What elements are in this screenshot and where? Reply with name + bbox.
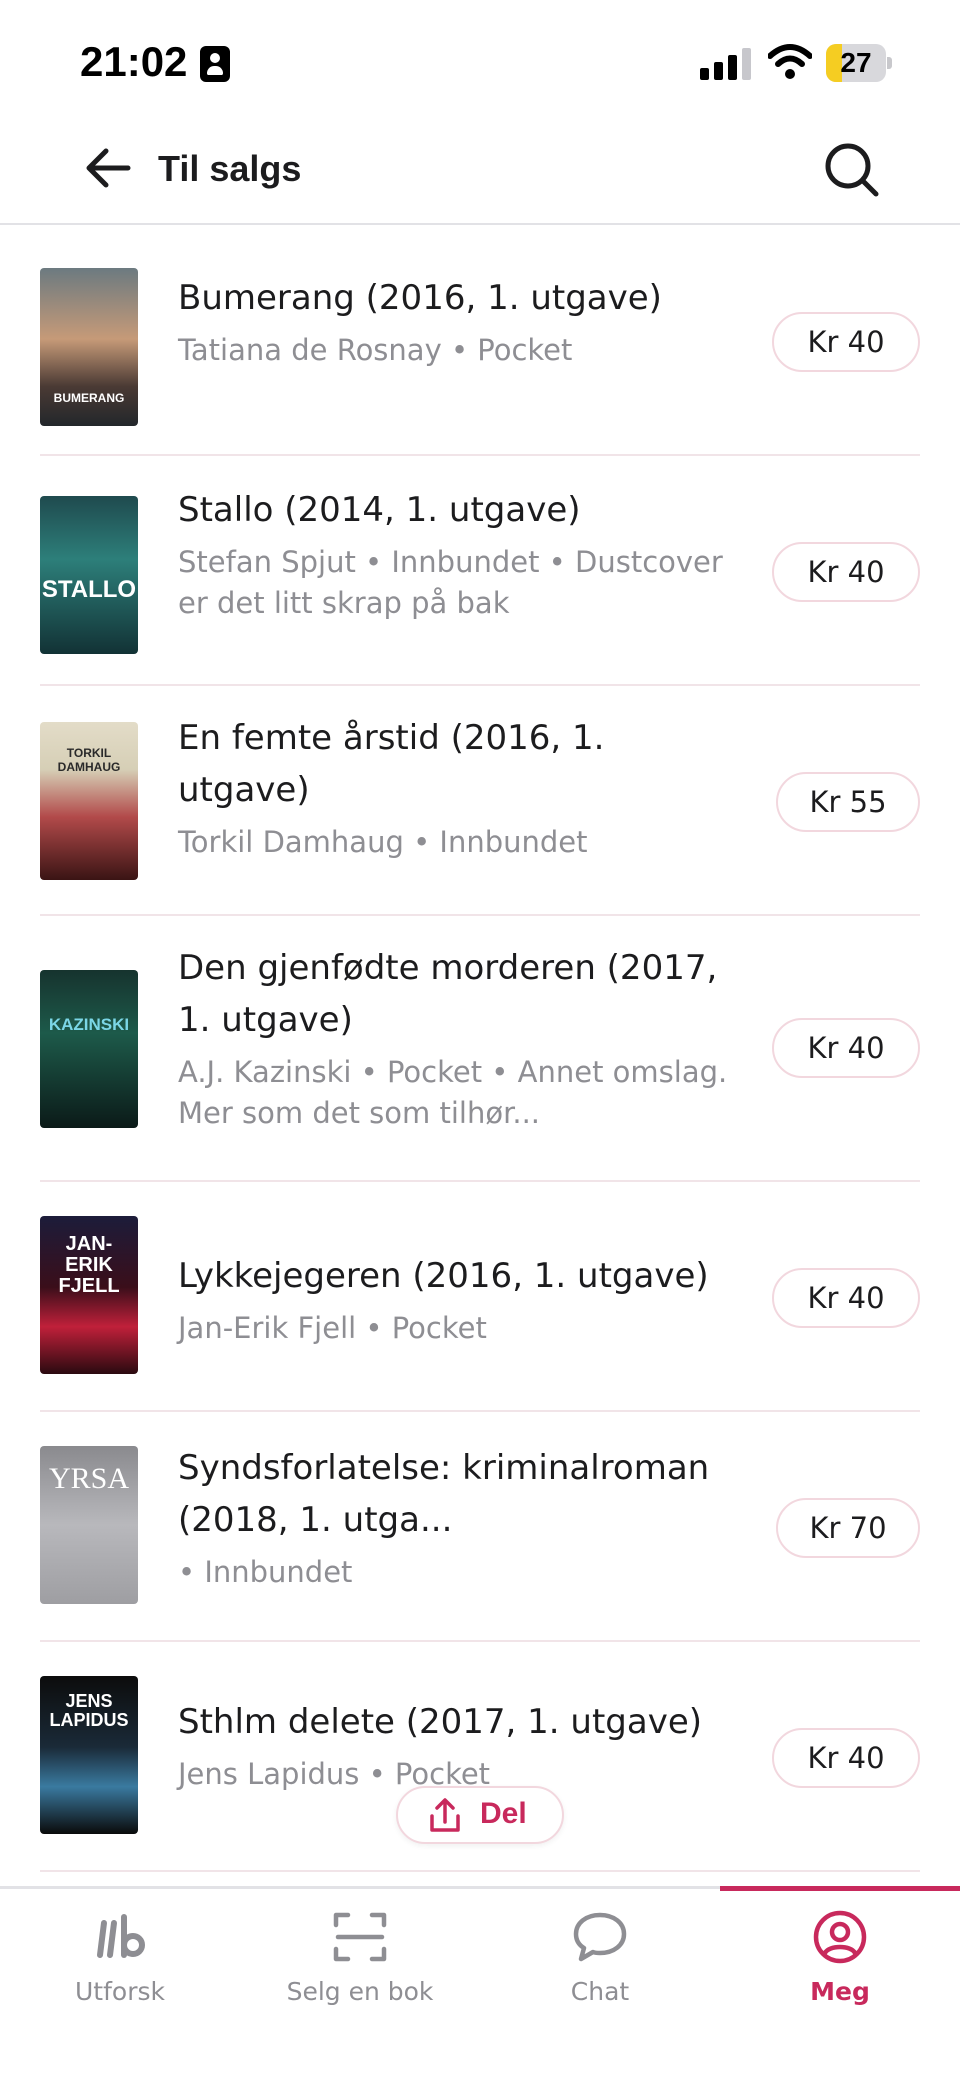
price-badge[interactable]: Kr 40: [772, 542, 920, 602]
price-badge[interactable]: Kr 40: [772, 1728, 920, 1788]
arrow-left-icon[interactable]: [80, 140, 136, 196]
book-meta: A.J. Kazinski • Pocket • Annet omslag. M…: [178, 1055, 728, 1130]
list-item[interactable]: STALLO Stallo (2014, 1. utgave) Stefan S…: [0, 456, 960, 686]
book-title: En femte årstid (2016, 1. utgave): [178, 718, 605, 810]
search-icon[interactable]: [820, 138, 882, 200]
status-time: 21:02: [80, 38, 188, 85]
list-item[interactable]: KAZINSKI Den gjenfødte morderen (2017, 1…: [0, 916, 960, 1182]
book-title: Lykkejegeren (2016, 1. utgave): [178, 1256, 709, 1296]
book-meta: Jan-Erik Fjell • Pocket: [178, 1311, 487, 1345]
battery-icon: 27: [826, 44, 892, 82]
book-meta: Tatiana de Rosnay • Pocket: [178, 333, 573, 367]
list-item[interactable]: BUMERANG Bumerang (2016, 1. utgave) Tati…: [0, 226, 960, 456]
price-badge[interactable]: Kr 40: [772, 1018, 920, 1078]
book-cover: YRSA: [40, 1446, 138, 1604]
nav-label: Chat: [570, 1977, 630, 2006]
nav-item-meg[interactable]: Meg: [720, 1889, 960, 2019]
nav-item-chat[interactable]: Chat: [480, 1889, 720, 2019]
book-cover: JENS LAPIDUS: [40, 1676, 138, 1834]
book-cover: BUMERANG: [40, 268, 138, 426]
book-title: Den gjenfødte morderen (2017, 1. utgave): [178, 948, 718, 1040]
price-badge[interactable]: Kr 70: [776, 1498, 920, 1558]
price-badge[interactable]: Kr 40: [772, 312, 920, 372]
book-title: Syndsforlatelse: kriminalroman (2018, 1.…: [178, 1448, 710, 1540]
book-title: Stallo (2014, 1. utgave): [178, 490, 581, 530]
bottom-nav: Utforsk Selg en bok Chat Meg: [0, 1886, 960, 2078]
user-circle-icon: [813, 1910, 867, 1964]
book-cover: TORKIL DAMHAUG: [40, 722, 138, 880]
book-list: BUMERANG Bumerang (2016, 1. utgave) Tati…: [0, 226, 960, 1872]
share-label: Del: [480, 1797, 527, 1830]
price-badge[interactable]: Kr 55: [776, 772, 920, 832]
book-meta: • Innbundet: [178, 1555, 353, 1589]
id-card-icon: [200, 46, 230, 82]
app-header: Til salgs: [0, 120, 960, 225]
nav-item-selg-en-bok[interactable]: Selg en bok: [240, 1889, 480, 2019]
battery-percentage: 27: [840, 47, 872, 78]
lb-logo-icon: [97, 1914, 145, 1958]
book-title: Bumerang (2016, 1. utgave): [178, 278, 662, 318]
list-item[interactable]: JAN-ERIK FJELL Lykkejegeren (2016, 1. ut…: [0, 1182, 960, 1412]
book-cover: KAZINSKI: [40, 970, 138, 1128]
book-cover: STALLO: [40, 496, 138, 654]
wifi-icon: [768, 44, 812, 79]
chat-bubble-icon: [573, 1912, 627, 1962]
nav-label: Selg en bok: [286, 1977, 434, 2006]
scan-icon: [333, 1912, 387, 1962]
status-bar: 21:02 27: [0, 0, 960, 120]
nav-label: Meg: [810, 1977, 870, 2006]
share-icon: [430, 1798, 460, 1832]
book-title: Sthlm delete (2017, 1. utgave): [178, 1702, 703, 1742]
book-meta: Stefan Spjut • Innbundet • Dustcover er …: [178, 545, 723, 620]
list-item[interactable]: YRSA Syndsforlatelse: kriminalroman (201…: [0, 1412, 960, 1642]
price-badge[interactable]: Kr 40: [772, 1268, 920, 1328]
cellular-signal-icon: [700, 48, 752, 80]
share-button[interactable]: Del: [396, 1786, 564, 1844]
book-cover: JAN-ERIK FJELL: [40, 1216, 138, 1374]
list-item[interactable]: TORKIL DAMHAUG En femte årstid (2016, 1.…: [0, 686, 960, 916]
nav-label: Utforsk: [75, 1977, 165, 2006]
page-title: Til salgs: [158, 148, 302, 189]
nav-item-utforsk[interactable]: Utforsk: [0, 1889, 240, 2019]
book-meta: Torkil Damhaug • Innbundet: [178, 825, 588, 859]
